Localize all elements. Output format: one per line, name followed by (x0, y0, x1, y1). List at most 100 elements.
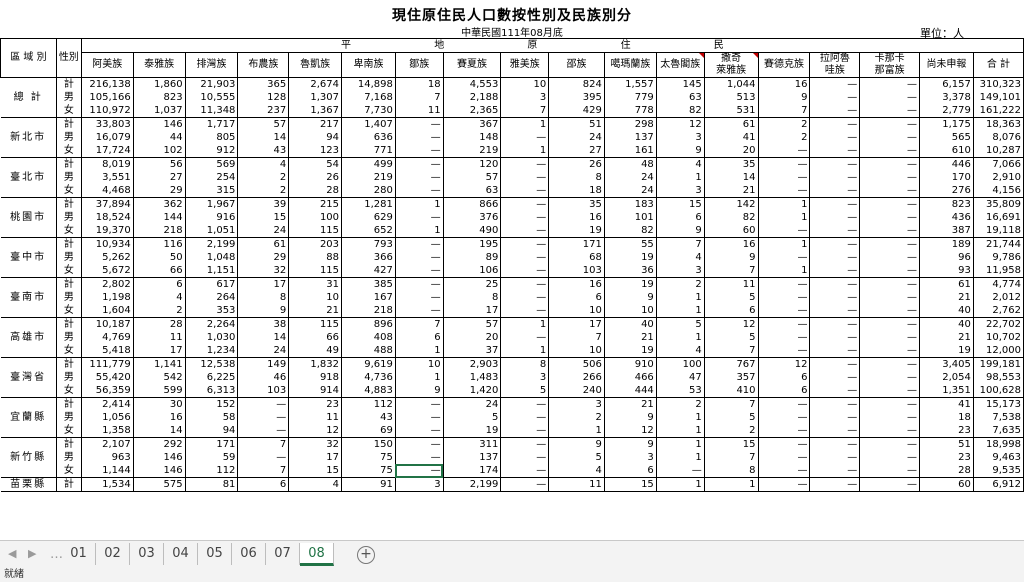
value-cell[interactable]: 4,769 (81, 331, 134, 344)
value-cell[interactable]: 55 (604, 237, 657, 251)
value-cell[interactable]: 4,553 (443, 77, 502, 91)
value-cell[interactable]: — (859, 144, 920, 158)
value-cell[interactable]: 2,107 (81, 437, 134, 451)
value-cell[interactable]: 146 (133, 451, 186, 464)
value-cell[interactable]: 17 (288, 451, 343, 464)
value-cell[interactable]: 24 (604, 184, 657, 198)
value-cell[interactable]: 36 (604, 264, 657, 278)
value-cell[interactable]: 15 (237, 211, 290, 224)
value-cell[interactable]: 353 (185, 304, 239, 318)
value-cell[interactable]: — (859, 211, 920, 224)
value-cell[interactable]: 963 (81, 451, 134, 464)
sex-cell[interactable]: 女 (56, 144, 82, 158)
value-cell[interactable]: — (809, 384, 861, 398)
value-cell[interactable]: 5 (443, 411, 502, 424)
value-cell[interactable]: 4 (288, 477, 343, 492)
value-cell[interactable]: — (809, 184, 861, 198)
value-cell[interactable]: — (809, 304, 861, 318)
value-cell[interactable]: 366 (341, 251, 396, 264)
value-cell[interactable]: 1 (395, 371, 444, 384)
value-cell[interactable]: 444 (604, 384, 657, 398)
value-cell[interactable]: 1 (500, 144, 550, 158)
value-cell[interactable]: 7,168 (341, 91, 396, 104)
region-cell[interactable]: 宜蘭縣 (0, 397, 57, 438)
value-cell[interactable]: 2,012 (973, 291, 1024, 304)
value-cell[interactable]: 531 (704, 104, 759, 118)
value-cell[interactable]: 116 (133, 237, 186, 251)
value-cell[interactable]: 19 (604, 251, 657, 264)
value-cell[interactable]: 2,414 (81, 397, 134, 411)
value-cell[interactable]: 9 (395, 384, 444, 398)
value-cell[interactable]: 137 (443, 451, 502, 464)
value-cell[interactable]: 2,674 (288, 77, 343, 91)
value-cell[interactable]: — (395, 397, 444, 411)
value-cell[interactable]: — (809, 91, 861, 104)
value-cell[interactable]: 4,468 (81, 184, 134, 198)
value-cell[interactable]: 146 (133, 117, 186, 131)
value-cell[interactable]: 20 (704, 144, 759, 158)
value-cell[interactable]: 11 (133, 331, 186, 344)
value-cell[interactable]: 40 (919, 304, 974, 318)
value-cell[interactable]: 542 (133, 371, 186, 384)
value-cell[interactable]: — (859, 264, 920, 278)
value-cell[interactable]: 1 (548, 424, 605, 438)
value-cell[interactable]: — (859, 117, 920, 131)
value-cell[interactable]: — (395, 264, 444, 278)
sheet-tab-01[interactable]: 01 (62, 543, 96, 565)
sex-cell[interactable]: 女 (56, 344, 82, 358)
value-cell[interactable]: — (859, 157, 920, 171)
sex-cell[interactable]: 女 (56, 424, 82, 438)
sex-cell[interactable]: 計 (56, 197, 82, 211)
value-cell[interactable]: 408 (341, 331, 396, 344)
value-cell[interactable]: 15 (288, 464, 343, 478)
value-cell[interactable]: 2 (133, 304, 186, 318)
value-cell[interactable]: 1 (500, 117, 550, 131)
sheet-tab-06[interactable]: 06 (232, 543, 266, 565)
value-cell[interactable]: 3 (500, 91, 550, 104)
value-cell[interactable]: 32 (237, 264, 290, 278)
sex-cell[interactable]: 計 (56, 397, 82, 411)
value-cell[interactable]: 7 (548, 331, 605, 344)
value-cell[interactable]: — (859, 304, 920, 318)
value-cell[interactable]: 115 (288, 224, 343, 238)
region-cell[interactable]: 新北市 (0, 117, 57, 158)
value-cell[interactable]: 75 (341, 451, 396, 464)
value-cell[interactable]: 66 (288, 331, 343, 344)
value-cell[interactable]: 914 (288, 384, 343, 398)
value-cell[interactable]: — (500, 237, 550, 251)
value-cell[interactable]: 2 (704, 424, 759, 438)
value-cell[interactable]: 219 (341, 171, 396, 184)
value-cell[interactable]: 5,418 (81, 344, 134, 358)
value-cell[interactable]: — (500, 291, 550, 304)
value-cell[interactable]: 101 (604, 211, 657, 224)
value-cell[interactable]: — (395, 184, 444, 198)
value-cell[interactable]: 8 (704, 464, 759, 478)
value-cell[interactable]: 82 (656, 104, 705, 118)
sheet-tab-03[interactable]: 03 (130, 543, 164, 565)
value-cell[interactable]: 513 (704, 91, 759, 104)
value-cell[interactable]: 29 (237, 251, 290, 264)
value-cell[interactable]: — (395, 131, 444, 144)
value-cell[interactable]: 14 (133, 424, 186, 438)
value-cell[interactable]: 94 (185, 424, 239, 438)
value-cell[interactable]: 35 (548, 197, 605, 211)
value-cell[interactable]: 56 (133, 157, 186, 171)
value-cell[interactable]: 7 (237, 464, 290, 478)
value-cell[interactable]: 105,166 (81, 91, 134, 104)
region-cell[interactable]: 臺中市 (0, 237, 57, 278)
value-cell[interactable]: 1,051 (185, 224, 239, 238)
value-cell[interactable]: 6,313 (185, 384, 239, 398)
value-cell[interactable]: 148 (443, 131, 502, 144)
value-cell[interactable]: 9,535 (973, 464, 1024, 478)
value-cell[interactable]: 144 (133, 211, 186, 224)
value-cell[interactable]: 18 (548, 184, 605, 198)
value-cell[interactable]: — (395, 291, 444, 304)
value-cell[interactable]: 9,463 (973, 451, 1024, 464)
spreadsheet-area[interactable]: 現住原住民人口數按性別及民族別分 中華民國111年08月底 單位：人 區 域 別… (0, 0, 1024, 540)
value-cell[interactable]: — (859, 464, 920, 478)
value-cell[interactable]: 37,894 (81, 197, 134, 211)
value-cell[interactable]: 145 (656, 77, 705, 91)
value-cell[interactable]: — (500, 304, 550, 318)
value-cell[interactable]: 8 (500, 357, 550, 371)
value-cell[interactable]: 4 (133, 291, 186, 304)
